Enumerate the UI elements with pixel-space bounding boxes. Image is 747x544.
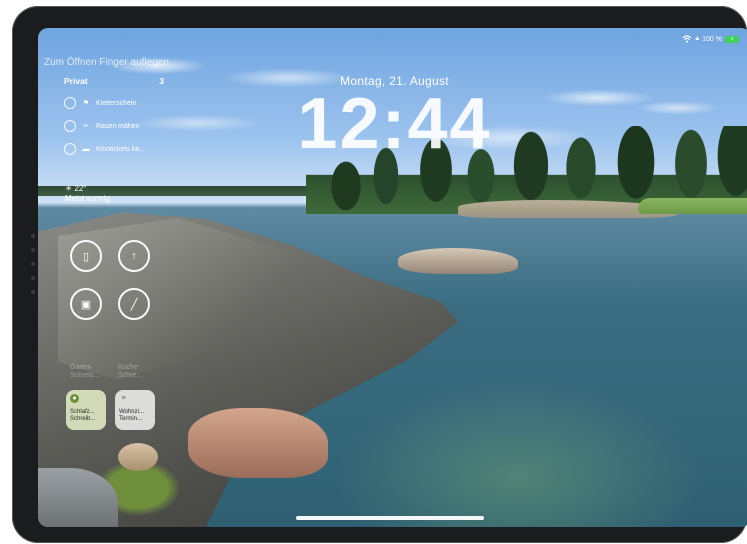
calendar-icon: ▣	[80, 298, 92, 311]
faded-widget-label: Küche Schre...	[118, 364, 142, 380]
faded-label-line: Küche	[118, 364, 138, 371]
wallpaper-grass	[638, 198, 747, 214]
widget-line2: Termin...	[119, 416, 143, 422]
weather-temp-row: ☀ 22°	[65, 184, 110, 194]
calendar-gauge-widget[interactable]: ▣	[70, 288, 102, 320]
home-widget-living-room[interactable]: ≡ Wohnzi... Termin...	[115, 390, 155, 430]
phone-gauge-widget[interactable]: ▯	[70, 240, 102, 272]
widget-line1: Schlafz...	[70, 409, 95, 415]
unlock-hint: Zum Öffnen Finger auflegen	[44, 57, 169, 68]
widget-line1: Wohnzi...	[119, 409, 144, 415]
wallpaper-island-rock	[398, 248, 518, 274]
home-widget-bedroom[interactable]: ● Schlafz... Schreib...	[66, 390, 106, 430]
home-indicator[interactable]	[296, 516, 484, 520]
wallpaper-small-rock	[118, 443, 158, 471]
timer-gauge-widget[interactable]: ↑	[118, 240, 150, 272]
battery-percentage: 100 %	[702, 35, 722, 43]
timer-icon: ↑	[131, 250, 137, 262]
camera-sensor-dots	[31, 234, 35, 294]
list-icon: ≡	[121, 395, 126, 402]
wifi-icon	[682, 35, 692, 43]
faded-label-line: Garten	[70, 364, 92, 371]
widget-line2: Schreib...	[70, 416, 96, 422]
phone-icon: ▯	[82, 250, 90, 263]
sun-icon: ☀	[65, 184, 73, 193]
faded-widget-label: Garten Schreib...	[70, 364, 100, 380]
compass-gauge-widget[interactable]: ╱	[118, 288, 150, 320]
wallpaper-foreground-rock	[188, 408, 328, 478]
ipad-frame: 🔒︎ 100 % ⚡︎ Zum Öffnen Finger auflegen P…	[12, 6, 747, 543]
faded-label-line: Schreib...	[70, 372, 100, 379]
sleep-icon: ●	[70, 394, 79, 403]
battery-charging-icon: ⚡︎	[725, 35, 739, 43]
lock-screen[interactable]: 🔒︎ 100 % ⚡︎ Zum Öffnen Finger auflegen P…	[38, 28, 747, 527]
faded-label-line: Schre...	[118, 372, 143, 379]
compass-icon: ╱	[130, 298, 138, 311]
weather-condition: Meist sonnig	[65, 194, 110, 203]
status-bar: 🔒︎ 100 % ⚡︎	[682, 35, 739, 43]
weather-temperature: 22°	[74, 184, 87, 193]
lock-clock: 12:44	[297, 84, 492, 164]
lock-icon: 🔒︎	[695, 35, 700, 42]
weather-widget[interactable]: ☀ 22° Meist sonnig	[65, 184, 110, 204]
